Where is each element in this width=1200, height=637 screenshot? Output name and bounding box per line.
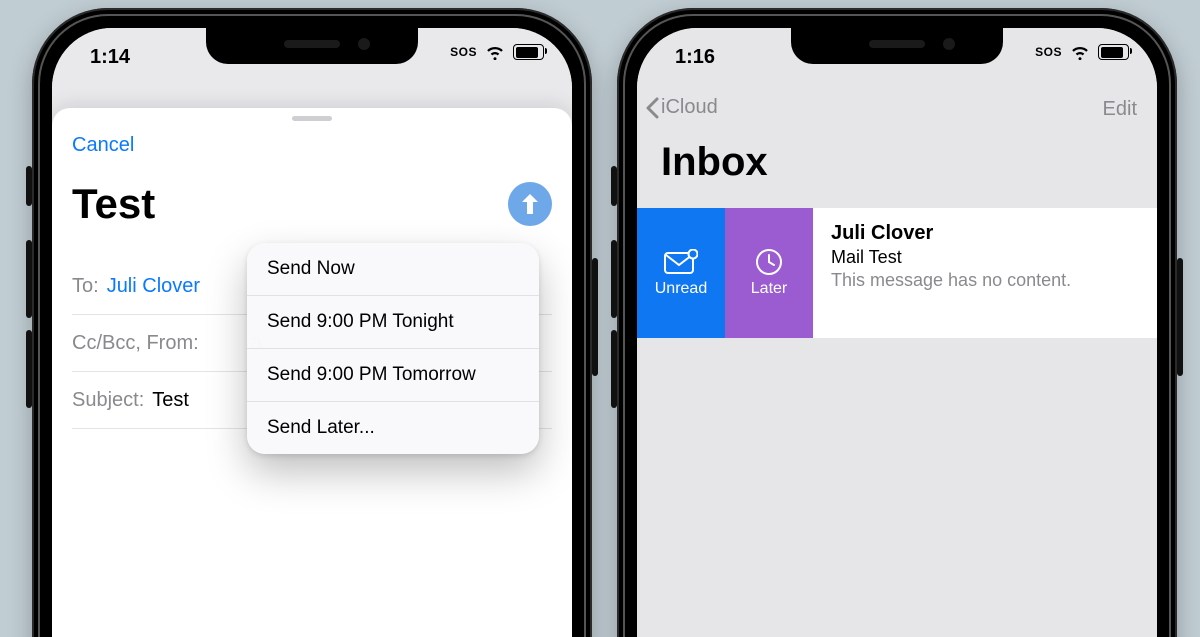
- envelope-unread-icon: [663, 248, 699, 276]
- screen-right: 1:16 SOS iCloud Edit Inbox: [637, 28, 1157, 637]
- ccbcc-label: Cc/Bcc, From:: [72, 332, 199, 355]
- cancel-button[interactable]: Cancel: [72, 134, 134, 157]
- volume-down-button: [26, 330, 32, 408]
- back-button[interactable]: iCloud: [645, 96, 718, 119]
- status-sos: SOS: [450, 45, 477, 59]
- edit-button[interactable]: Edit: [1103, 98, 1137, 121]
- switch-silent: [611, 166, 617, 206]
- mail-list-row[interactable]: Unread Later Juli Clover Mail Test This …: [637, 208, 1157, 338]
- to-label: To:: [72, 275, 99, 298]
- phone-frame-left: 1:14 SOS Cancel Test To:: [32, 8, 592, 637]
- swipe-action-later[interactable]: Later: [725, 208, 813, 338]
- chevron-left-icon: [645, 97, 659, 119]
- status-time: 1:16: [675, 46, 715, 69]
- notch: [791, 28, 1003, 64]
- menu-send-tonight[interactable]: Send 9:00 PM Tonight: [247, 296, 539, 349]
- arrow-up-icon: [519, 192, 541, 216]
- clock-icon: [751, 248, 787, 276]
- sheet-grabber[interactable]: [292, 116, 332, 121]
- nav-bar: iCloud Edit: [637, 88, 1157, 132]
- message-subject: Mail Test: [831, 247, 1139, 268]
- subject-label: Subject:: [72, 389, 144, 412]
- send-later-menu: Send Now Send 9:00 PM Tonight Send 9:00 …: [247, 243, 539, 454]
- battery-icon: [1098, 44, 1129, 60]
- volume-down-button: [611, 330, 617, 408]
- volume-up-button: [611, 240, 617, 318]
- volume-up-button: [26, 240, 32, 318]
- wifi-icon: [485, 44, 505, 60]
- screen-left: 1:14 SOS Cancel Test To:: [52, 28, 572, 637]
- subject-value: Test: [152, 389, 189, 412]
- menu-send-now[interactable]: Send Now: [247, 243, 539, 296]
- message-preview[interactable]: Juli Clover Mail Test This message has n…: [813, 208, 1157, 338]
- battery-icon: [513, 44, 544, 60]
- message-preview-text: This message has no content.: [831, 270, 1139, 291]
- mail-background: [637, 28, 1157, 637]
- compose-title: Test: [72, 180, 155, 228]
- message-from: Juli Clover: [831, 222, 1139, 245]
- swipe-action-unread[interactable]: Unread: [637, 208, 725, 338]
- status-time: 1:14: [90, 46, 130, 69]
- switch-silent: [26, 166, 32, 206]
- menu-send-tomorrow[interactable]: Send 9:00 PM Tomorrow: [247, 349, 539, 402]
- to-value: Juli Clover: [107, 275, 200, 298]
- phone-frame-right: 1:16 SOS iCloud Edit Inbox: [617, 8, 1177, 637]
- wifi-icon: [1070, 44, 1090, 60]
- status-sos: SOS: [1035, 45, 1062, 59]
- back-label: iCloud: [661, 96, 718, 119]
- notch: [206, 28, 418, 64]
- swipe-later-label: Later: [751, 280, 787, 298]
- menu-send-later[interactable]: Send Later...: [247, 402, 539, 454]
- side-button: [1177, 258, 1183, 376]
- inbox-title: Inbox: [661, 140, 768, 185]
- send-button[interactable]: [508, 182, 552, 226]
- swipe-unread-label: Unread: [655, 280, 707, 298]
- side-button: [592, 258, 598, 376]
